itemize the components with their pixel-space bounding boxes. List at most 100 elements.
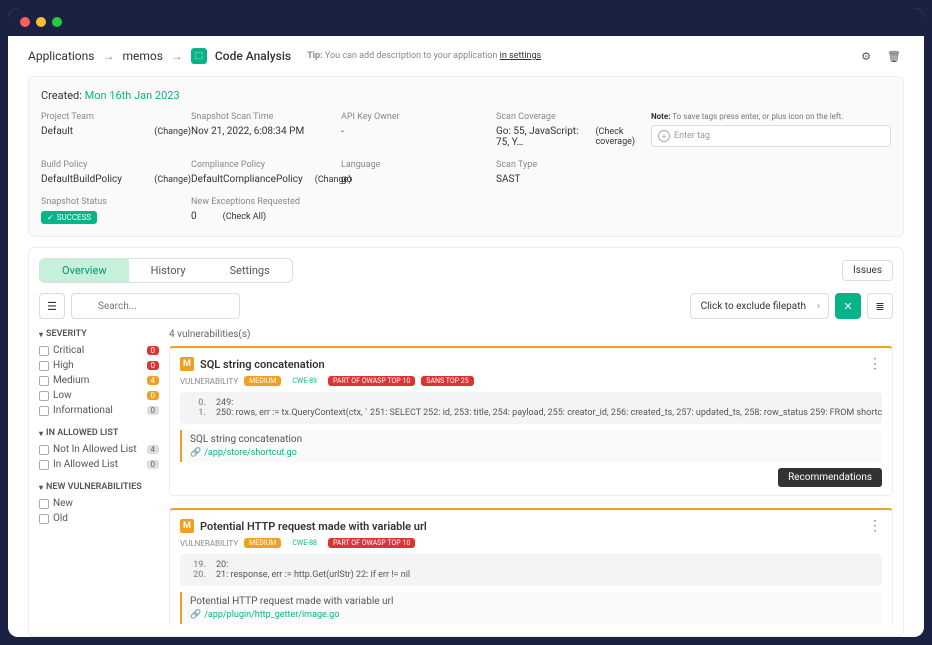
vuln-type-label: VULNERABILITY: [180, 377, 238, 386]
vulnerabilities-list: 4 vulnerabilities(s) MSQL string concate…: [169, 329, 893, 626]
tab-overview[interactable]: Overview: [40, 259, 129, 282]
gear-icon[interactable]: ⚙: [856, 46, 876, 66]
tab-history[interactable]: History: [129, 259, 208, 282]
checkbox-icon[interactable]: [39, 499, 49, 509]
count-badge: 0: [147, 460, 160, 469]
caret-down-icon: ▾: [39, 330, 43, 339]
filter-item[interactable]: Informational0: [39, 403, 159, 418]
count-badge: 4: [147, 445, 160, 454]
code-snippet: 19.20:20.21: response, err := http.Get(u…: [180, 554, 882, 586]
meta-team-label: Project Team: [41, 112, 191, 122]
checkbox-icon[interactable]: [39, 391, 49, 401]
meta-apiowner-label: API Key Owner: [341, 112, 496, 122]
success-badge: ✓ SUCCESS: [41, 211, 97, 224]
file-link[interactable]: 🔗/app/plugin/http_getter/image.go: [190, 610, 874, 620]
owasp-tag: PART OF OWASP TOP 10: [328, 538, 415, 548]
meta-language-label: Language: [341, 160, 496, 170]
code-snippet: 0.249:1.250: rows, err := tx.QueryContex…: [180, 392, 882, 424]
filter-item[interactable]: Not In Allowed List 4: [39, 442, 159, 457]
severity-box: M: [180, 519, 194, 533]
line-number: 20.: [188, 570, 206, 580]
tip-text: Tip: You can add description to your app…: [307, 51, 541, 61]
filter-allowed-header[interactable]: ▾IN ALLOWED LIST: [39, 428, 159, 438]
tip-prefix: Tip:: [307, 51, 323, 61]
checkbox-icon[interactable]: [39, 406, 49, 416]
cwe-tag[interactable]: CWE-88: [287, 538, 322, 548]
checkbox-icon[interactable]: [39, 445, 49, 455]
meta-team-value: Default: [41, 126, 73, 137]
link-icon: 🔗: [190, 448, 201, 458]
exclude-filepath-button[interactable]: Click to exclude filepath: [690, 293, 829, 319]
more-icon[interactable]: ⋮: [868, 356, 882, 372]
breadcrumb-applications[interactable]: Applications: [28, 49, 94, 63]
filter-item[interactable]: Low0: [39, 388, 159, 403]
search-input[interactable]: [71, 293, 240, 319]
check-all-link[interactable]: (Check All): [223, 212, 267, 222]
window-titlebar: [8, 8, 924, 36]
filter-item-label: Critical: [53, 345, 84, 356]
filter-icon[interactable]: ☰: [39, 293, 65, 319]
issues-button[interactable]: Issues: [842, 260, 893, 281]
breadcrumb-app[interactable]: memos: [122, 49, 162, 63]
vulnerability-card: M Potential HTTP request made with variab…: [169, 508, 893, 626]
trash-icon[interactable]: 🗑: [884, 46, 904, 66]
description-text: Potential HTTP request made with variabl…: [190, 596, 874, 607]
meta-status-label: Snapshot Status: [41, 197, 191, 207]
close-dot[interactable]: [20, 17, 30, 27]
meta-exceptions-label: New Exceptions Requested: [191, 197, 651, 207]
description-text: SQL string concatenation: [190, 434, 874, 445]
meta-coverage-label: Scan Coverage: [496, 112, 651, 122]
plus-icon[interactable]: +: [658, 130, 670, 142]
meta-apiowner-value: -: [341, 126, 496, 137]
chevron-right-icon: →: [171, 49, 183, 63]
meta-coverage-value: Go: 55, JavaScript: 75, Y…: [496, 126, 585, 148]
checkbox-icon[interactable]: [39, 514, 49, 524]
app-icon: ⬚: [191, 48, 207, 64]
code-text: 249:: [216, 398, 233, 408]
layers-icon[interactable]: ≣: [867, 293, 893, 319]
filter-item-label: Medium: [53, 375, 89, 386]
chevron-right-icon: →: [102, 49, 114, 63]
filter-newvuln-header[interactable]: ▾NEW VULNERABILITIES: [39, 482, 159, 492]
filter-item[interactable]: Medium4: [39, 373, 159, 388]
filter-severity-label: SEVERITY: [46, 329, 87, 339]
minimize-dot[interactable]: [36, 17, 46, 27]
change-team-link[interactable]: (Change): [154, 127, 191, 137]
count-badge: 0: [147, 346, 160, 355]
filter-item[interactable]: High0: [39, 358, 159, 373]
filter-severity-header[interactable]: ▾SEVERITY: [39, 329, 159, 339]
vuln-title[interactable]: Potential HTTP request made with variabl…: [200, 520, 427, 533]
change-buildpolicy-link[interactable]: (Change): [154, 175, 191, 185]
vuln-title[interactable]: SQL string concatenation: [200, 358, 325, 371]
filter-item-label: Not In Allowed List: [53, 444, 137, 455]
filter-item[interactable]: Old: [39, 511, 159, 526]
checkbox-icon[interactable]: [39, 346, 49, 356]
breadcrumb: Applications → memos → ⬚ Code Analysis: [28, 48, 291, 64]
export-icon[interactable]: ✕: [835, 293, 861, 319]
tab-settings[interactable]: Settings: [208, 259, 292, 282]
filter-item[interactable]: New: [39, 496, 159, 511]
tip-link[interactable]: in settings: [500, 51, 542, 61]
line-number: 1.: [188, 408, 206, 418]
checkbox-icon[interactable]: [39, 361, 49, 371]
status-value: SUCCESS: [57, 213, 91, 222]
check-coverage-link[interactable]: (Check coverage): [595, 127, 651, 147]
maximize-dot[interactable]: [52, 17, 62, 27]
checkbox-icon[interactable]: [39, 460, 49, 470]
more-icon[interactable]: ⋮: [868, 518, 882, 534]
filter-newvuln-label: NEW VULNERABILITIES: [46, 482, 142, 492]
cwe-tag[interactable]: CWE-89: [287, 376, 322, 386]
meta-buildpolicy-value: DefaultBuildPolicy: [41, 174, 122, 185]
filter-item-label: Old: [53, 513, 68, 524]
filters-sidebar: ▾SEVERITY Critical0High0Medium4Low0Infor…: [39, 329, 159, 626]
checkbox-icon[interactable]: [39, 376, 49, 386]
filter-item[interactable]: Critical 0: [39, 343, 159, 358]
tag-input[interactable]: +Enter tag: [651, 125, 891, 147]
tags-note: Note: To save tags press enter, or plus …: [651, 112, 891, 121]
filter-item[interactable]: In Allowed List0: [39, 457, 159, 472]
filter-allowed-label: IN ALLOWED LIST: [46, 428, 118, 438]
meta-scantime-label: Snapshot Scan Time: [191, 112, 341, 122]
recommendations-button[interactable]: Recommendations: [778, 468, 882, 487]
sans-tag: SANS TOP 25: [421, 376, 473, 386]
file-link[interactable]: 🔗/app/store/shortcut.go: [190, 448, 874, 458]
